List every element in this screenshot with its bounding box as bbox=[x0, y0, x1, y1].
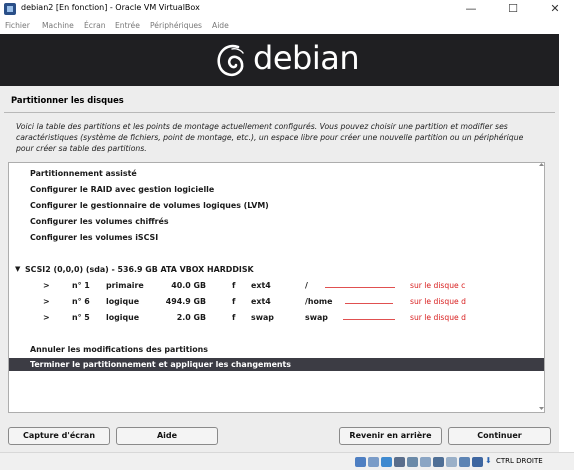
arrow-icon: > bbox=[43, 313, 50, 322]
annotation-disk-d: sur le disque d bbox=[410, 297, 466, 306]
host-key-label: CTRL DROITE bbox=[496, 457, 543, 465]
list-item-undo[interactable]: Annuler les modifications des partitions bbox=[9, 343, 544, 356]
scrollbar[interactable] bbox=[536, 160, 547, 414]
menu-ecran[interactable]: Écran bbox=[84, 21, 106, 30]
list-item-guided[interactable]: Partitionnement assisté bbox=[9, 167, 544, 180]
annotation-disk-d: sur le disque d bbox=[410, 313, 466, 322]
partition-type: logique bbox=[106, 313, 140, 322]
menu-aide[interactable]: Aide bbox=[212, 21, 229, 30]
close-button[interactable]: ✕ bbox=[540, 0, 570, 19]
arrow-icon: > bbox=[43, 281, 50, 290]
partition-number: n° 1 bbox=[72, 281, 90, 290]
usb-icon[interactable] bbox=[407, 457, 418, 467]
list-item-lvm[interactable]: Configurer le gestionnaire de volumes lo… bbox=[9, 199, 544, 212]
cpu-icon[interactable] bbox=[459, 457, 470, 467]
annotation-line bbox=[343, 319, 395, 320]
help-button[interactable]: Aide bbox=[116, 427, 218, 445]
partition-type: logique bbox=[106, 297, 140, 306]
partition-type: primaire bbox=[106, 281, 144, 290]
partition-size: 494.9 GB bbox=[165, 297, 206, 306]
partition-flag: f bbox=[232, 281, 236, 290]
back-button[interactable]: Revenir en arrière bbox=[339, 427, 442, 445]
list-item-label: Annuler les modifications des partitions bbox=[30, 345, 208, 354]
minimize-button[interactable]: — bbox=[456, 0, 486, 19]
debian-swirl-icon bbox=[217, 44, 244, 77]
list-item-encrypted[interactable]: Configurer les volumes chiffrés bbox=[9, 215, 544, 228]
vm-menubar: Fichier Machine Écran Entrée Périphériqu… bbox=[0, 19, 574, 34]
list-item-raid[interactable]: Configurer le RAID avec gestion logiciel… bbox=[9, 183, 544, 196]
partition-flag: f bbox=[232, 313, 236, 322]
maximize-button[interactable]: ☐ bbox=[498, 0, 528, 19]
partition-size: 40.0 GB bbox=[171, 281, 206, 290]
scroll-up-icon bbox=[539, 163, 544, 166]
virtualbox-icon bbox=[4, 3, 16, 15]
window-title: debian2 [En fonction] - Oracle VM Virtua… bbox=[21, 3, 200, 12]
installer-panel: Partitionner les disques Voici la table … bbox=[0, 86, 559, 452]
disk-label: SCSI2 (0,0,0) (sda) - 536.9 GB ATA VBOX … bbox=[25, 265, 254, 274]
instructions-text: Voici la table des partitions et les poi… bbox=[16, 122, 524, 153]
debian-banner: debian bbox=[0, 34, 559, 86]
network-icon[interactable] bbox=[394, 457, 405, 467]
menu-fichier[interactable]: Fichier bbox=[5, 21, 30, 30]
partition-fs: swap bbox=[251, 313, 274, 322]
window-titlebar: debian2 [En fonction] - Oracle VM Virtua… bbox=[0, 0, 574, 19]
recording-icon[interactable] bbox=[446, 457, 457, 467]
shared-folders-icon[interactable] bbox=[420, 457, 431, 467]
partition-fs: ext4 bbox=[251, 297, 271, 306]
partition-fs: ext4 bbox=[251, 281, 271, 290]
annotation-line bbox=[325, 287, 395, 288]
collapse-caret-icon: ▼ bbox=[15, 265, 21, 273]
list-item-label: Partitionnement assisté bbox=[30, 169, 137, 178]
continue-button[interactable]: Continuer bbox=[448, 427, 551, 445]
partition-mount: / bbox=[305, 281, 308, 290]
display-icon[interactable] bbox=[433, 457, 444, 467]
list-item-label: Terminer le partitionnement et appliquer… bbox=[30, 360, 292, 369]
list-item-disk[interactable]: ▼ SCSI2 (0,0,0) (sda) - 536.9 GB ATA VBO… bbox=[9, 263, 544, 276]
disk-activity-icon[interactable] bbox=[355, 457, 366, 467]
partition-mount: swap bbox=[305, 313, 328, 322]
arrow-icon: > bbox=[43, 297, 50, 306]
title-divider bbox=[4, 112, 555, 113]
list-item-iscsi[interactable]: Configurer les volumes iSCSI bbox=[9, 231, 544, 244]
annotation-line bbox=[345, 303, 393, 304]
partition-size: 2.0 GB bbox=[176, 313, 206, 322]
scroll-down-icon bbox=[539, 407, 544, 410]
menu-entree[interactable]: Entrée bbox=[115, 21, 140, 30]
list-item-label: Configurer le gestionnaire de volumes lo… bbox=[30, 201, 269, 210]
partition-flag: f bbox=[232, 297, 236, 306]
vm-statusbar: ⬇ CTRL DROITE bbox=[0, 452, 574, 470]
mouse-integration-icon[interactable] bbox=[472, 457, 483, 467]
audio-icon[interactable] bbox=[381, 457, 392, 467]
redaction-box bbox=[317, 268, 401, 281]
list-item-label: Configurer le RAID avec gestion logiciel… bbox=[30, 185, 215, 194]
screenshot-button[interactable]: Capture d'écran bbox=[8, 427, 110, 445]
menu-peripheriques[interactable]: Périphériques bbox=[150, 21, 202, 30]
host-key-arrow-icon: ⬇ bbox=[485, 456, 492, 465]
menu-machine[interactable]: Machine bbox=[42, 21, 74, 30]
partition-list[interactable]: Partitionnement assisté Configurer le RA… bbox=[8, 162, 545, 413]
annotation-disk-c: sur le disque c bbox=[410, 281, 466, 290]
list-item-label: Configurer les volumes chiffrés bbox=[30, 217, 169, 226]
partition-mount: /home bbox=[305, 297, 333, 306]
list-item-finish[interactable]: Terminer le partitionnement et appliquer… bbox=[9, 358, 544, 371]
partition-number: n° 5 bbox=[72, 313, 90, 322]
partition-number: n° 6 bbox=[72, 297, 90, 306]
debian-logo-text: debian bbox=[253, 39, 360, 77]
step-title: Partitionner les disques bbox=[11, 95, 124, 105]
optical-drive-icon[interactable] bbox=[368, 457, 379, 467]
list-item-label: Configurer les volumes iSCSI bbox=[30, 233, 159, 242]
